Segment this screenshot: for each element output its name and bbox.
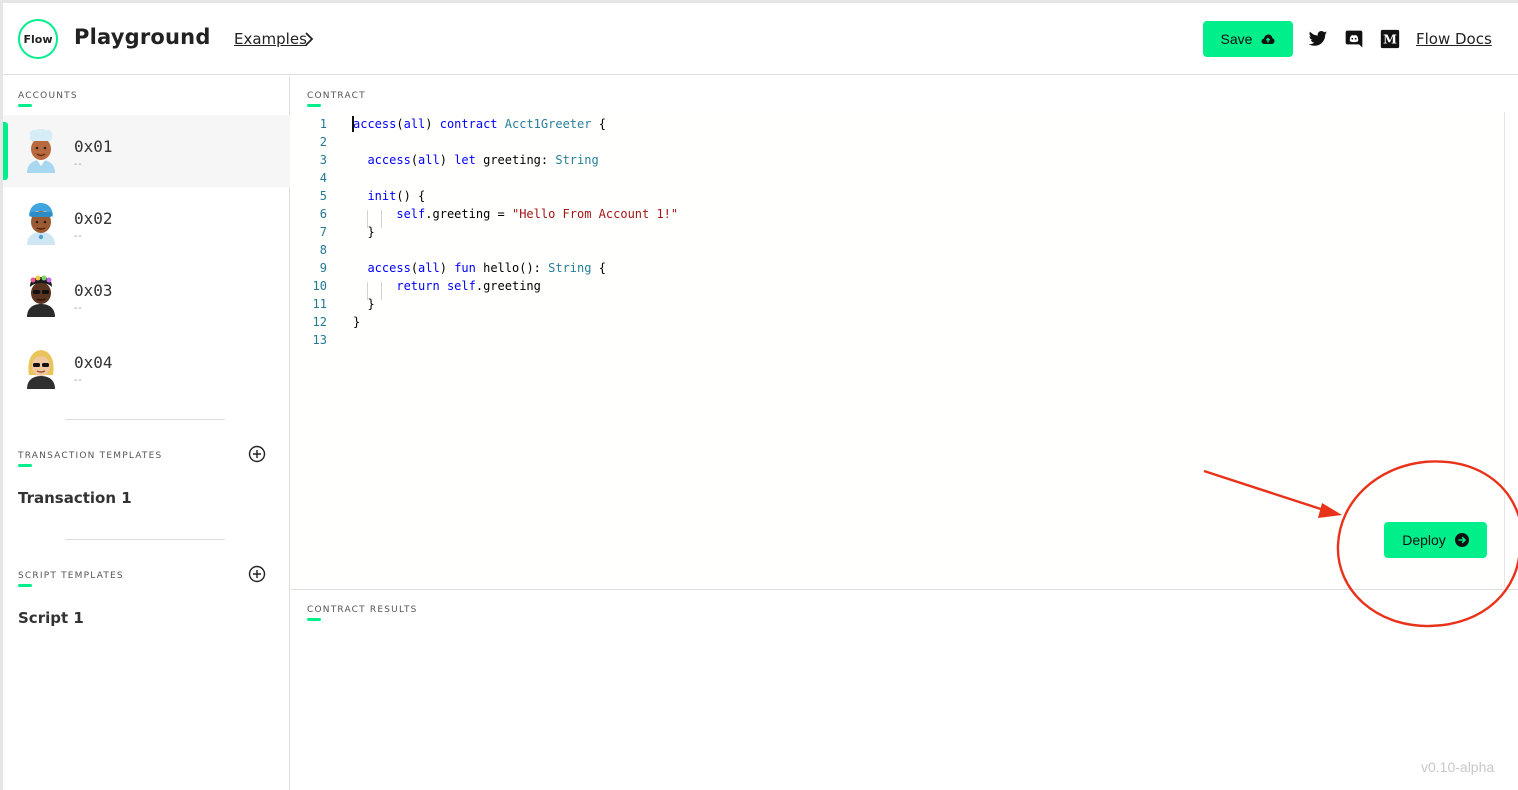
code-editor[interactable]: 1 access(all) contract Acct1Greeter { 2 3 a… [291, 112, 1505, 588]
flow-logo[interactable]: Flow [18, 19, 58, 59]
avatar-sunglasses-icon [27, 350, 55, 389]
script-template-item[interactable]: Script 1 [18, 609, 84, 627]
line-number: 1 [319, 117, 327, 131]
contract-section-label: CONTRACT [307, 91, 366, 101]
indent-guide [367, 282, 368, 300]
indent-guide [381, 282, 382, 300]
twitter-icon[interactable] [1308, 29, 1328, 49]
accounts-label-underline [18, 104, 32, 107]
account-item-0x01[interactable]: 0x01 -- [3, 115, 290, 187]
line-number: 3 [319, 153, 327, 167]
account-address: 0x04 [74, 353, 113, 372]
script-templates-label: SCRIPT TEMPLATES [18, 571, 124, 581]
avatar-flower-crown-icon [27, 275, 55, 317]
avatar-turban-icon [27, 203, 55, 245]
line-number: 10 [312, 279, 327, 293]
indent-guide [381, 210, 382, 228]
account-address: 0x01 [74, 137, 113, 156]
line-number: 2 [319, 135, 327, 149]
account-subtitle: -- [74, 303, 83, 314]
code-text: self.greeting = "Hello From Account 1!" [396, 207, 679, 221]
add-transaction-template-icon[interactable] [248, 445, 266, 463]
account-subtitle: -- [74, 375, 83, 386]
selected-indicator [3, 122, 8, 180]
section-divider [65, 419, 225, 420]
transaction-template-item[interactable]: Transaction 1 [18, 489, 132, 507]
app-title: Playground [74, 25, 211, 49]
account-address: 0x02 [74, 209, 113, 228]
account-subtitle: -- [74, 231, 83, 242]
account-item-0x02[interactable]: 0x02 -- [3, 187, 290, 259]
transaction-templates-underline [18, 464, 32, 467]
code-text: access(all) let greeting: String [367, 153, 599, 167]
deploy-button-label: Deploy [1402, 532, 1446, 548]
contract-label-underline [307, 104, 321, 107]
account-address: 0x03 [74, 281, 113, 300]
indent-guide [367, 210, 368, 228]
results-divider [291, 589, 1518, 590]
results-label-underline [307, 618, 321, 621]
code-text: } [353, 297, 375, 311]
medium-icon[interactable]: M [1380, 29, 1400, 49]
line-number: 6 [319, 207, 327, 221]
version-label: v0.10-alpha [1421, 759, 1495, 775]
line-number: 8 [319, 243, 327, 257]
discord-icon[interactable] [1344, 29, 1364, 49]
code-text: access(all) fun hello(): String { [367, 261, 606, 275]
deploy-button[interactable]: Deploy [1384, 522, 1487, 558]
save-button-label: Save [1220, 31, 1253, 47]
header-bar: Flow Playground Examples Save M Flow Doc… [3, 3, 1518, 75]
text-cursor [352, 116, 354, 132]
line-number: 4 [319, 171, 327, 185]
contract-results-label: CONTRACT RESULTS [307, 605, 418, 615]
account-subtitle: -- [74, 159, 83, 170]
line-number: 11 [312, 297, 327, 311]
transaction-templates-label: TRANSACTION TEMPLATES [18, 451, 163, 461]
chevron-right-icon[interactable] [303, 31, 315, 47]
examples-link[interactable]: Examples [234, 30, 307, 48]
svg-text:M: M [1383, 32, 1397, 47]
cloud-upload-icon [1261, 34, 1275, 44]
script-templates-underline [18, 584, 32, 587]
line-number: 12 [312, 315, 327, 329]
account-item-0x04[interactable]: 0x04 -- [3, 331, 290, 403]
avatar-chef-icon [27, 129, 55, 173]
sidebar: ACCOUNTS 0x01 -- 0x02 -- 0x03 -- 0x04 --… [3, 76, 290, 790]
arrow-circle-right-icon [1454, 533, 1469, 547]
code-text: } [353, 315, 361, 329]
accounts-section-label: ACCOUNTS [18, 91, 78, 101]
code-text: } [353, 225, 375, 239]
code-text: init() { [367, 189, 426, 203]
save-button[interactable]: Save [1203, 21, 1293, 57]
section-divider [65, 539, 225, 540]
line-number: 9 [319, 261, 327, 275]
add-script-template-icon[interactable] [248, 565, 266, 583]
line-number: 7 [319, 225, 327, 239]
account-item-0x03[interactable]: 0x03 -- [3, 259, 290, 331]
flow-docs-link[interactable]: Flow Docs [1416, 30, 1492, 48]
line-number: 5 [319, 189, 327, 203]
code-text: access(all) contract Acct1Greeter { [353, 117, 606, 131]
line-number: 13 [312, 333, 327, 347]
